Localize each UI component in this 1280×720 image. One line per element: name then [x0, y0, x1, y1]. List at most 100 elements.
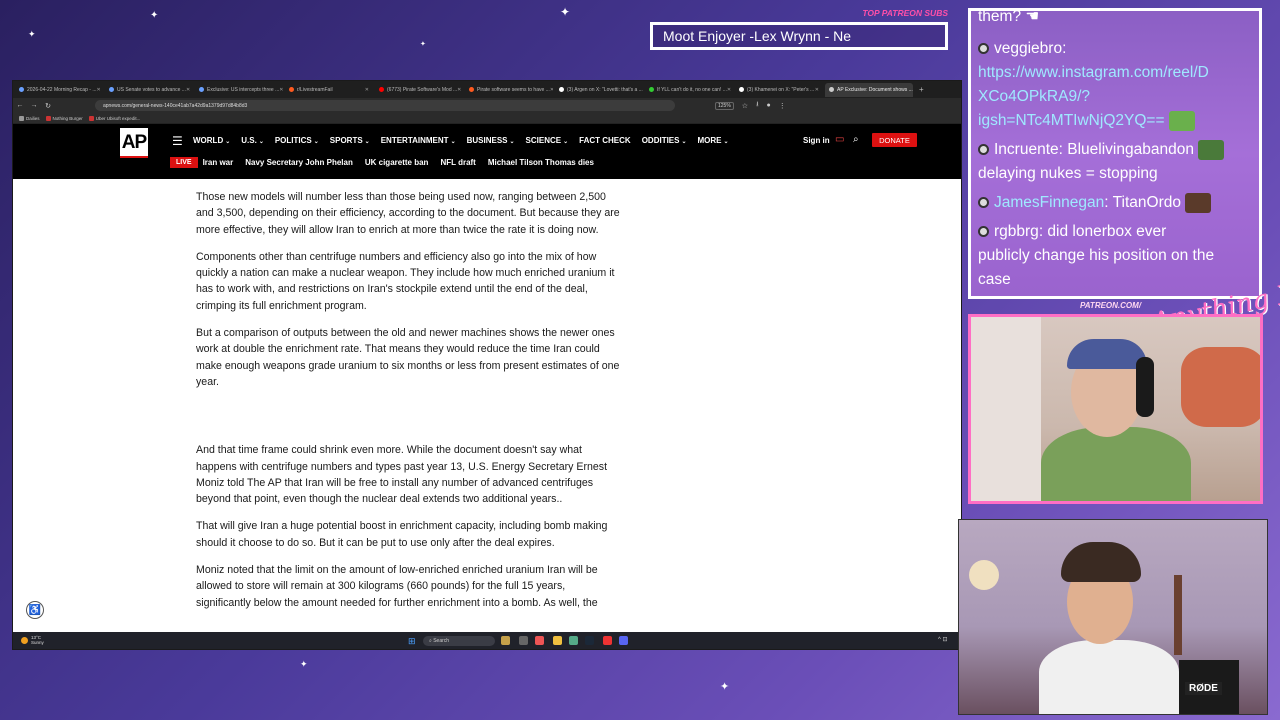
bookmark-item[interactable]: Dailies — [19, 115, 40, 121]
trending-link[interactable]: Iran war — [203, 158, 234, 167]
chat-link[interactable]: XCo4OPkRA9/? — [978, 88, 1090, 105]
forward-icon[interactable]: → — [27, 102, 41, 109]
windows-start-icon[interactable]: ⊞ — [408, 636, 416, 647]
tab-favicon-icon — [109, 87, 114, 92]
bookmark-label: Dailies — [26, 115, 40, 121]
browser-tab[interactable]: If YLL can't do it, no one can! ... ✕ — [645, 83, 733, 97]
ap-menu-item[interactable]: WORLD ⌄ — [193, 136, 230, 145]
chat-line: igsh=NTc4MTIwNjQ2YQ== — [978, 109, 1195, 133]
browser-tab[interactable]: Pirate software seems to have ...✕ — [465, 83, 553, 97]
ap-menu-item[interactable]: SPORTS ⌄ — [330, 136, 370, 145]
browser-tab[interactable]: 2026-04-22 Morning Recap - ... ✕ — [15, 83, 103, 97]
article-paragraph: But a comparison of outputs between the … — [196, 327, 620, 388]
ap-menu-item[interactable]: FACT CHECK — [579, 136, 631, 145]
steam-icon[interactable] — [585, 636, 594, 645]
chat-username: Incruente — [994, 141, 1059, 158]
accessibility-icon[interactable]: ♿ — [26, 601, 44, 619]
chat-link[interactable]: https://www.instagram.com/reel/D — [978, 64, 1209, 81]
person-shirt-image — [1041, 427, 1191, 501]
top-subs-label: TOP PATREON SUBS — [862, 8, 948, 18]
ap-menu-item[interactable]: ODDITIES ⌄ — [642, 136, 687, 145]
zoom-indicator[interactable]: 125% — [715, 101, 734, 110]
taskbar-app-icon[interactable] — [569, 636, 578, 645]
taskbar-search-input[interactable]: ⌕ Search — [423, 636, 495, 646]
donate-button[interactable]: DONATE — [872, 133, 917, 147]
chat-username: veggiebro — [994, 40, 1063, 57]
ap-header: AP ☰ WORLD ⌄ U.S. ⌄ POLITICS ⌄ SPORTS ⌄ ENTERTAI… — [13, 124, 961, 179]
chat-link[interactable]: igsh=NTc4MTIwNjQ2YQ== — [978, 112, 1165, 129]
trending-link[interactable]: UK cigarette ban — [365, 158, 429, 167]
ap-menu-item[interactable]: SCIENCE ⌄ — [526, 136, 569, 145]
close-icon[interactable]: ✕ — [186, 87, 190, 93]
close-icon[interactable]: ✕ — [550, 87, 553, 93]
chrome-icon[interactable] — [603, 636, 612, 645]
face-emote-icon — [1184, 192, 1211, 213]
bookmarks-bar: Dailies Nothing Burger Uber Ubisoft expe… — [13, 113, 961, 124]
ap-logo[interactable]: AP — [120, 128, 148, 158]
tab-favicon-icon — [379, 87, 384, 92]
back-icon[interactable]: ← — [13, 102, 27, 109]
close-icon[interactable]: ✕ — [815, 87, 819, 93]
sign-in-link[interactable]: Sign in — [803, 136, 830, 145]
bookmark-item[interactable]: Nothing Burger — [45, 115, 83, 121]
close-icon[interactable]: ✕ — [279, 87, 283, 93]
close-icon[interactable]: ✕ — [96, 87, 100, 93]
ap-menu-item[interactable]: ENTERTAINMENT ⌄ — [381, 136, 456, 145]
browser-tab[interactable]: US Senate votes to advance ... ✕ — [105, 83, 193, 97]
star-decoration: ✦ — [150, 10, 159, 21]
comment-icon[interactable]: ▭ — [835, 134, 844, 145]
tab-title: AP Exclusive: Document shows ... — [837, 86, 913, 93]
taskbar-app-icon[interactable] — [535, 636, 544, 645]
star-bookmark-icon[interactable]: ☆ — [742, 102, 748, 110]
sun-icon — [21, 636, 28, 644]
ap-menu-item[interactable]: BUSINESS ⌄ — [467, 136, 515, 145]
chat-line: veggiebro: — [978, 37, 1066, 61]
chevron-down-icon: ⌄ — [450, 139, 456, 145]
close-icon[interactable]: ✕ — [727, 87, 731, 93]
door-image — [971, 317, 1041, 501]
ap-main-menu: WORLD ⌄ U.S. ⌄ POLITICS ⌄ SPORTS ⌄ ENTERTAINMENT… — [193, 136, 740, 145]
user-badge-icon — [978, 226, 989, 238]
folder-icon[interactable] — [553, 636, 562, 645]
menu-icon[interactable]: ⋮ — [779, 102, 786, 110]
folder-icon — [19, 115, 24, 121]
ap-menu-item[interactable]: POLITICS ⌄ — [275, 136, 319, 145]
taskbar-search-label: Search — [433, 638, 450, 644]
chat-username: rgbbrg — [994, 223, 1039, 240]
hamburger-menu-icon[interactable]: ☰ — [172, 134, 183, 148]
browser-tab[interactable]: (3) Argen on X: "Lovetti: that's a ...✕ — [555, 83, 643, 97]
system-tray-icon[interactable]: ^ ⊡ — [938, 636, 948, 643]
download-icon[interactable]: ⭳ — [756, 100, 758, 111]
trending-link[interactable]: NFL draft — [440, 158, 475, 167]
browser-tab[interactable]: (3) Khamenei on X: "Peter's ... ✕ — [735, 83, 823, 97]
close-icon[interactable]: ✕ — [457, 87, 461, 93]
tab-favicon-icon — [19, 87, 24, 92]
bookmark-item[interactable]: Uber Ubisoft expedit... — [88, 115, 140, 121]
chat-line: case — [978, 268, 1011, 292]
browser-tab[interactable]: r/LivestreamFail ✕ — [285, 83, 373, 97]
trending-link[interactable]: Michael Tilson Thomas dies — [488, 158, 594, 167]
weather-widget[interactable]: 13°C Sunny — [21, 635, 44, 645]
close-icon[interactable]: ✕ — [365, 87, 369, 93]
taskbar-app-icon[interactable] — [519, 636, 528, 645]
webcam-guest: RØDE — [958, 519, 1268, 715]
ap-menu-label: WORLD — [193, 136, 224, 145]
star-decoration: ✦ — [300, 660, 308, 670]
lamp-image — [969, 560, 999, 590]
ap-menu-item[interactable]: MORE ⌄ — [698, 136, 729, 145]
search-icon[interactable]: ⌕ — [853, 134, 859, 145]
browser-tab[interactable]: (6773) Pirate Software's Mod ... ✕ — [375, 83, 463, 97]
reload-icon[interactable]: ↻ — [41, 102, 55, 110]
bookmark-label: Nothing Burger — [52, 115, 83, 121]
taskbar-app-icon[interactable] — [501, 636, 510, 645]
url-input[interactable]: apnews.com/general-news-140ce41ab7a42d9a… — [95, 100, 675, 111]
new-tab-button[interactable]: + — [919, 85, 924, 94]
ap-menu-item[interactable]: U.S. ⌄ — [241, 136, 264, 145]
discord-icon[interactable] — [619, 636, 628, 645]
browser-tab-active[interactable]: AP Exclusive: Document shows ...✕ — [825, 82, 913, 97]
tab-title: r/LivestreamFail — [297, 86, 333, 93]
extension-icon[interactable]: ● — [767, 102, 771, 109]
browser-tab[interactable]: Exclusive: US intercepts three ...✕ — [195, 83, 283, 97]
trending-link[interactable]: Navy Secretary John Phelan — [245, 158, 353, 167]
live-badge[interactable]: LIVE — [170, 157, 198, 168]
